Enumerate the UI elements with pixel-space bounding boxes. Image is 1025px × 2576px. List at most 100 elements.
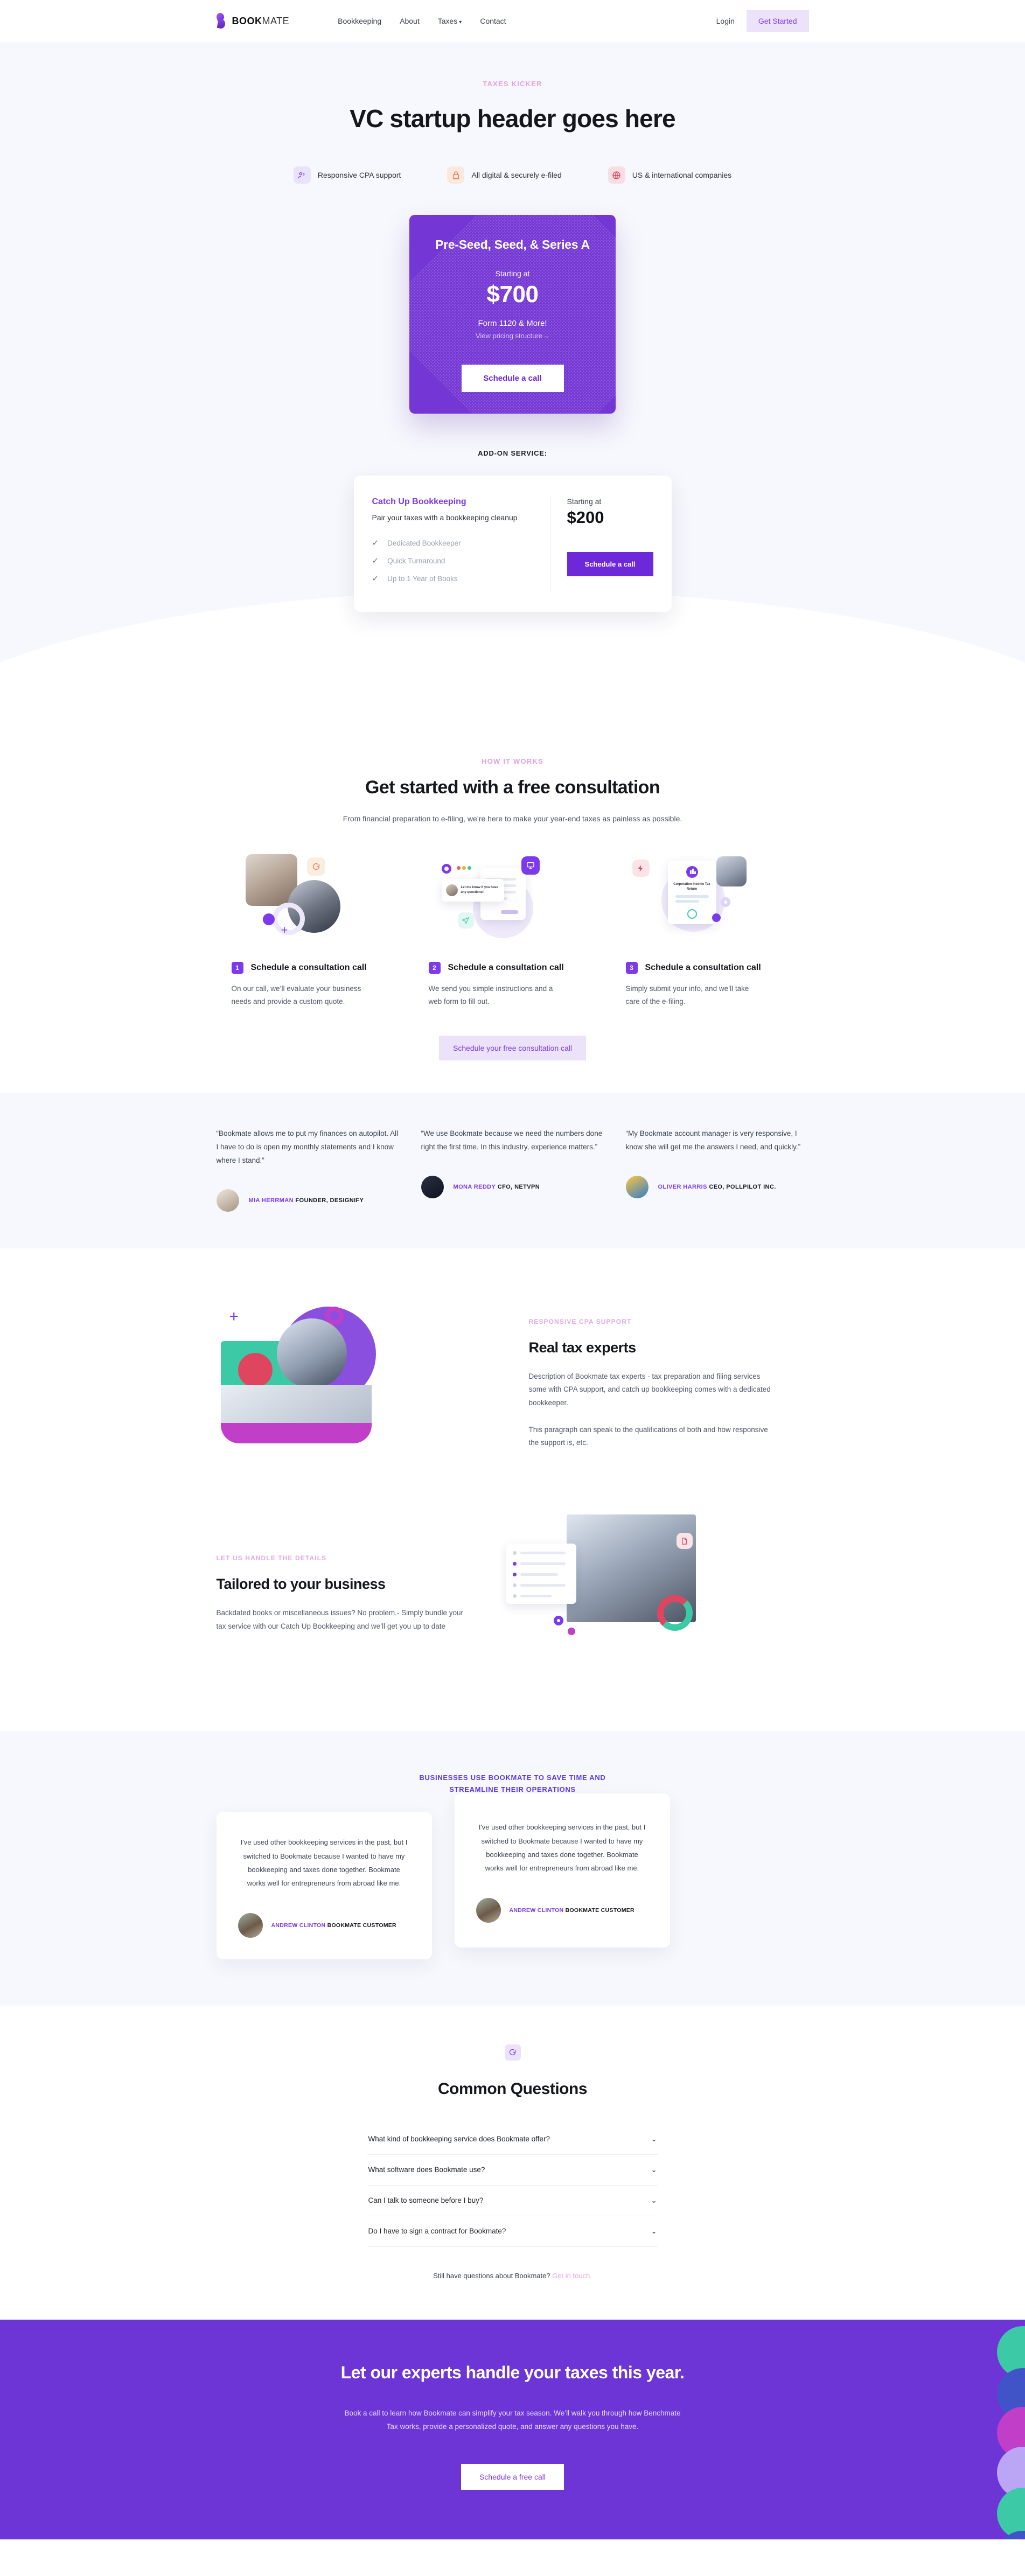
chat-message-card: Let me know if you have any questions! bbox=[441, 879, 504, 902]
faq-footer-text: Still have questions about Bookmate? bbox=[433, 2271, 550, 2280]
brand-logo[interactable]: BOOKMATE bbox=[215, 12, 290, 30]
customer-card-1: I've used other bookkeeping services in … bbox=[216, 1812, 432, 1959]
step-3-text: Simply submit your info, and we’ll take … bbox=[625, 985, 749, 1006]
testimonial-2-role: CFO, NETVPN bbox=[497, 1184, 540, 1191]
avatar bbox=[421, 1176, 444, 1199]
experts-section: + RESPONSIVE CPA SUPPORT Real tax expert… bbox=[217, 1248, 809, 1483]
customer-card-1-role: BOOKMATE CUSTOMER bbox=[327, 1922, 396, 1929]
customer-card-1-name: ANDREW CLINTON bbox=[271, 1922, 326, 1929]
decor-donut-purple bbox=[553, 1616, 563, 1626]
decor-dot-green bbox=[467, 866, 471, 870]
chevron-down-icon[interactable]: ⌄ bbox=[651, 2227, 657, 2236]
list-item: ✓ Up to 1 Year of Books bbox=[372, 574, 536, 583]
step-2-text: We send you simple instructions and a we… bbox=[428, 985, 553, 1006]
faq-section: Common Questions What kind of bookkeepin… bbox=[0, 2005, 1025, 2320]
customers-section: BUSINESSES USE BOOKMATE TO SAVE TIME AND… bbox=[0, 1731, 1025, 2006]
addon-card: Catch Up Bookkeeping Pair your taxes wit… bbox=[353, 476, 672, 612]
experts-paragraph-2: This paragraph can speak to the qualific… bbox=[528, 1425, 768, 1447]
step-2-number: 2 bbox=[428, 962, 441, 974]
nav-item-contact[interactable]: Contact bbox=[480, 17, 506, 25]
addon-schedule-call-button[interactable]: Schedule a call bbox=[567, 552, 653, 576]
cta-title: Let our experts handle your taxes this y… bbox=[340, 2362, 685, 2382]
cta-body: Book a call to learn how Bookmate can si… bbox=[344, 2409, 681, 2431]
tailored-title: Tailored to your business bbox=[216, 1576, 386, 1593]
chevron-down-icon: ▾ bbox=[459, 19, 462, 25]
hero-title: VC startup header goes here bbox=[350, 104, 676, 132]
brand-name-light: MATE bbox=[262, 15, 290, 26]
cta-decor-shapes bbox=[960, 2320, 1025, 2539]
addon-feature-list: ✓ Dedicated Bookkeeper ✓ Quick Turnaround … bbox=[372, 538, 536, 583]
pricing-structure-link[interactable]: View pricing structure→ bbox=[424, 332, 601, 340]
step-3-title: Schedule a consultation call bbox=[645, 963, 761, 972]
step-1-number: 1 bbox=[231, 962, 243, 974]
login-link[interactable]: Login bbox=[716, 17, 735, 25]
tailored-illustration bbox=[497, 1505, 777, 1683]
step-3: Corporation Income Tax Return 3 Schedule… bbox=[611, 849, 808, 1008]
step-3-illustration: Corporation Income Tax Return bbox=[626, 849, 793, 957]
decor-dot-magenta bbox=[567, 1628, 575, 1636]
globe-icon bbox=[608, 166, 625, 184]
chevron-down-icon[interactable]: ⌄ bbox=[651, 2196, 657, 2205]
step-2-illustration: Let me know if you have any questions! bbox=[429, 849, 596, 957]
customers-kicker-line-1: BUSINESSES USE BOOKMATE TO SAVE TIME AND bbox=[419, 1774, 606, 1782]
pricing-starting-label: Starting at bbox=[495, 269, 530, 278]
nav-item-taxes-label: Taxes bbox=[437, 17, 458, 25]
pricing-schedule-call-button[interactable]: Schedule a call bbox=[461, 365, 564, 392]
top-navigation: BOOKMATE Bookkeeping About Taxes ▾ Contac… bbox=[0, 0, 1025, 42]
testimonial-2-name: MONA REDDY bbox=[453, 1184, 496, 1191]
how-kicker: HOW IT WORKS bbox=[482, 757, 543, 765]
faq-item-4[interactable]: Do I have to sign a contract for Bookmat… bbox=[367, 2216, 658, 2247]
avatar bbox=[216, 1189, 239, 1212]
testimonials-strip: “Bookmate allows me to put my finances o… bbox=[0, 1093, 1025, 1249]
check-icon: ✓ bbox=[372, 556, 379, 566]
lightning-icon bbox=[632, 860, 650, 877]
testimonial-1: “Bookmate allows me to put my finances o… bbox=[216, 1127, 400, 1212]
checklist-card bbox=[506, 1544, 576, 1604]
testimonial-1-role: FOUNDER, DESIGNIFY bbox=[295, 1197, 364, 1204]
testimonial-2: “We use Bookmate because we need the num… bbox=[421, 1127, 604, 1212]
step-2-title: Schedule a consultation call bbox=[448, 963, 564, 972]
faq-item-2[interactable]: What software does Bookmate use? ⌄ bbox=[367, 2155, 658, 2186]
cta-schedule-free-call-button[interactable]: Schedule a free call bbox=[461, 2464, 564, 2490]
nav-links: Bookkeeping About Taxes ▾ Contact bbox=[338, 17, 506, 25]
how-subtitle: From financial preparation to e-filing, … bbox=[343, 814, 682, 823]
step-1-text: On our call, we’ll evaluate your busines… bbox=[231, 985, 361, 1006]
nav-item-about[interactable]: About bbox=[400, 17, 420, 25]
monitor-icon bbox=[521, 856, 540, 875]
faq-item-3[interactable]: Can I talk to someone before I buy? ⌄ bbox=[367, 2186, 658, 2216]
photo-team bbox=[716, 856, 747, 886]
faq-list: What kind of bookkeeping service does Bo… bbox=[367, 2124, 658, 2247]
step-3-number: 3 bbox=[625, 962, 638, 974]
photo-expert bbox=[276, 1318, 347, 1389]
tailored-eyebrow: LET US HANDLE THE DETAILS bbox=[216, 1554, 327, 1562]
faq-title: Common Questions bbox=[437, 2079, 588, 2098]
hero-feature-international: US & international companies bbox=[608, 166, 731, 184]
faq-get-in-touch-link[interactable]: Get in touch. bbox=[552, 2272, 592, 2280]
decor-ring bbox=[272, 903, 305, 935]
chat-bubble-icon bbox=[306, 857, 325, 876]
nav-item-bookkeeping[interactable]: Bookkeeping bbox=[338, 17, 381, 25]
addon-amount: $200 bbox=[567, 508, 604, 527]
hero-feature-cpa-label: Responsive CPA support bbox=[317, 171, 401, 179]
tailored-paragraph: Backdated books or miscellaneous issues?… bbox=[216, 1609, 463, 1630]
experts-title: Real tax experts bbox=[528, 1339, 637, 1356]
chevron-down-icon[interactable]: ⌄ bbox=[651, 2166, 657, 2174]
schedule-consultation-button[interactable]: Schedule your free consultation call bbox=[438, 1036, 587, 1061]
check-icon: ✓ bbox=[372, 574, 379, 583]
step-1: + 1 Schedule a consultation call On our … bbox=[217, 849, 414, 1008]
people-icon bbox=[293, 166, 311, 184]
pricing-card-title: Pre-Seed, Seed, & Series A bbox=[435, 238, 590, 252]
landing-page: BOOKMATE Bookkeeping About Taxes ▾ Contac… bbox=[0, 0, 1025, 2539]
get-started-button[interactable]: Get Started bbox=[746, 10, 809, 32]
decor-ring-chart bbox=[657, 1595, 693, 1631]
faq-item-1[interactable]: What kind of bookkeeping service does Bo… bbox=[367, 2124, 658, 2155]
addon-starting-label: Starting at bbox=[567, 497, 602, 506]
chat-bubble-icon bbox=[504, 2044, 521, 2061]
hero-section: TAXES KICKER VC startup header goes here… bbox=[0, 42, 1025, 687]
nav-item-taxes[interactable]: Taxes ▾ bbox=[438, 17, 462, 25]
addon-service-label: ADD-ON SERVICE: bbox=[478, 449, 547, 457]
chevron-down-icon[interactable]: ⌄ bbox=[651, 2135, 657, 2144]
faq-item-1-question: What kind of bookkeeping service does Bo… bbox=[368, 2135, 550, 2144]
photo-desk bbox=[220, 1385, 372, 1423]
decor-circle-red bbox=[238, 1353, 273, 1388]
